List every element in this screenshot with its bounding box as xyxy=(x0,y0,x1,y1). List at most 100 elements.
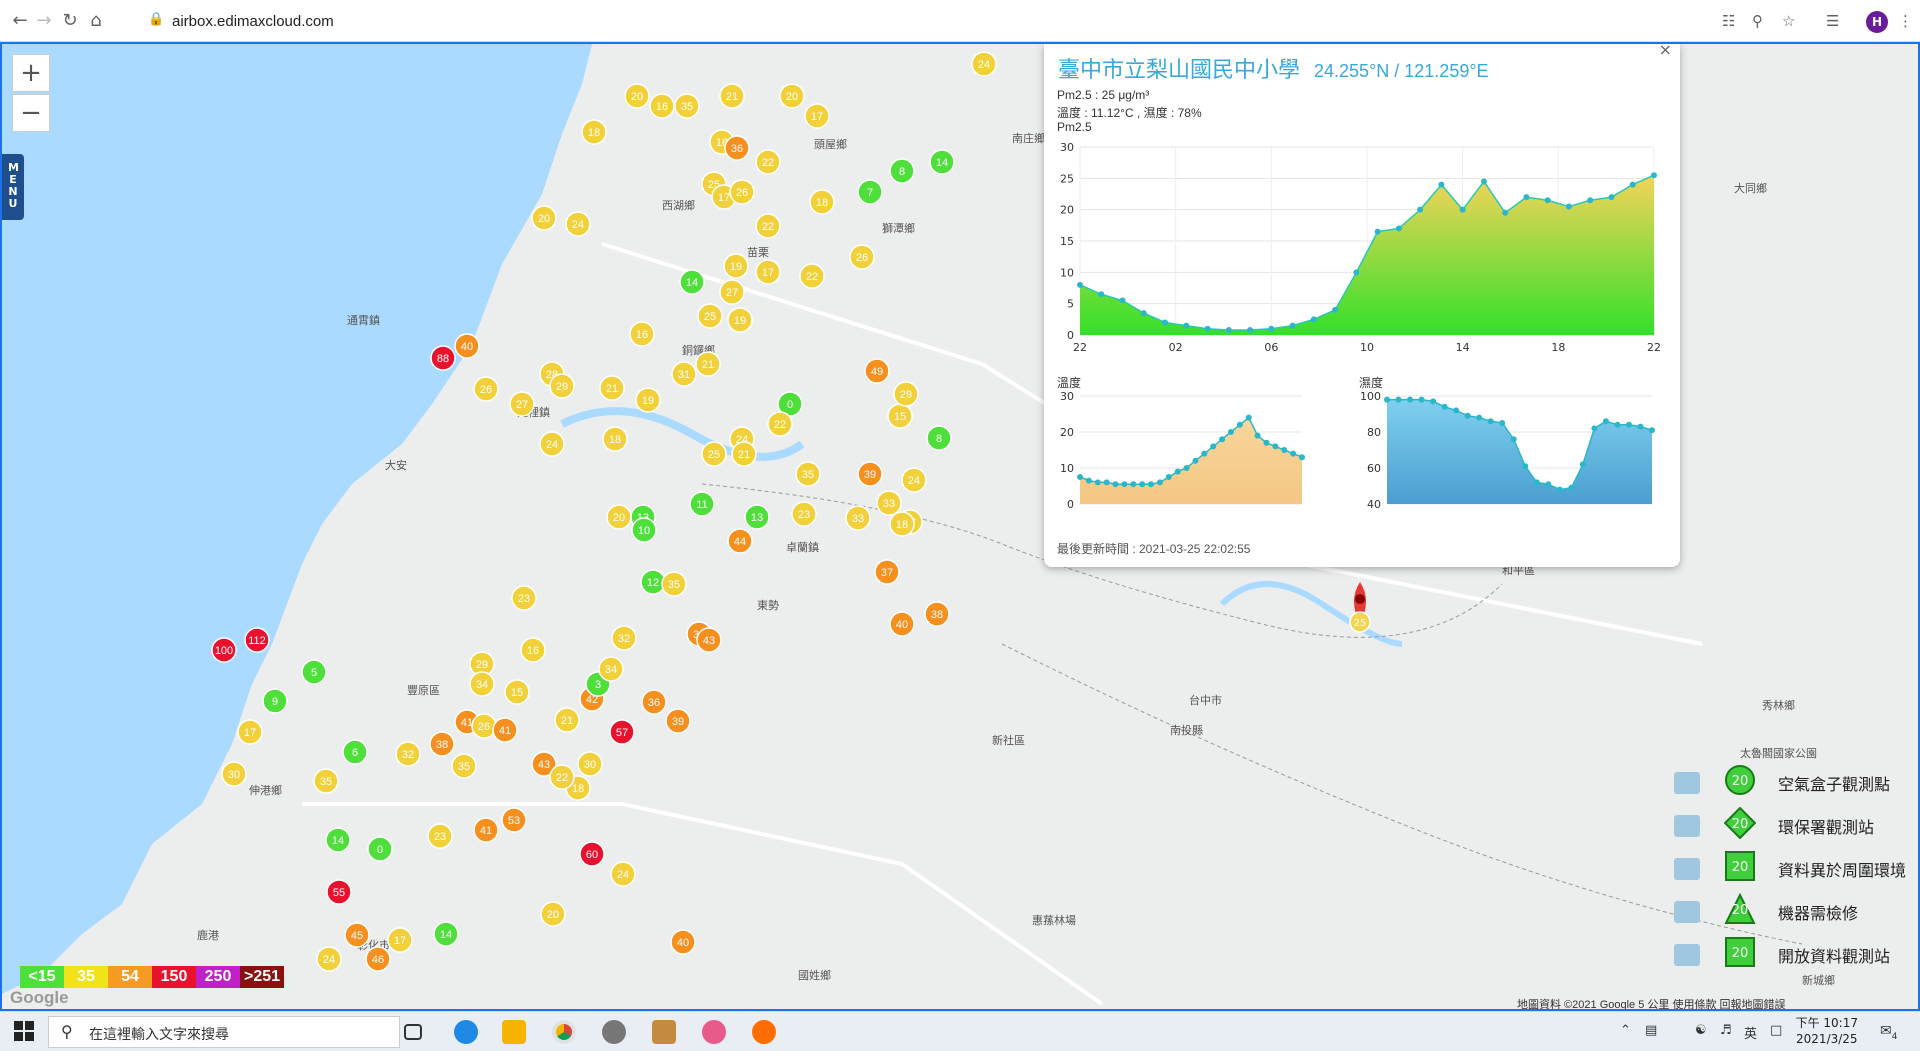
station-marker[interactable]: 0 xyxy=(367,836,393,862)
station-marker[interactable]: 35 xyxy=(661,571,687,597)
station-marker[interactable]: 35 xyxy=(313,768,339,794)
station-marker[interactable]: 55 xyxy=(326,879,352,905)
station-marker[interactable]: 46 xyxy=(365,946,391,972)
station-marker[interactable]: 43 xyxy=(696,627,722,653)
map-attribution[interactable]: 地圖資料 ©2021 Google 5 公里 使用條款 回報地圖錯誤 xyxy=(1517,996,1786,1009)
back-icon[interactable]: ← xyxy=(10,11,30,31)
station-marker[interactable]: 21 xyxy=(731,441,757,467)
station-marker[interactable]: 22 xyxy=(549,764,575,790)
station-marker[interactable]: 39 xyxy=(857,461,883,487)
station-marker[interactable]: 27 xyxy=(719,279,745,305)
station-marker[interactable]: 20 xyxy=(606,504,632,530)
station-marker[interactable]: 40 xyxy=(454,333,480,359)
station-marker[interactable]: 13 xyxy=(744,504,770,530)
station-marker[interactable]: 45 xyxy=(344,922,370,948)
station-marker[interactable]: 44 xyxy=(727,528,753,554)
station-marker[interactable]: 9 xyxy=(262,688,288,714)
station-marker[interactable]: 22 xyxy=(755,149,781,175)
station-marker[interactable]: 16 xyxy=(629,321,655,347)
volume-icon[interactable]: ♬ xyxy=(1720,1023,1732,1038)
network-icon[interactable]: ▤ xyxy=(1645,1023,1657,1038)
app-icon-2[interactable] xyxy=(652,1020,676,1044)
station-marker[interactable]: 88 xyxy=(430,345,456,371)
station-marker[interactable]: 49 xyxy=(864,358,890,384)
task-view-icon[interactable] xyxy=(404,1024,422,1040)
taskbar-search[interactable]: ⚲ 在這裡輸入文字來搜尋 xyxy=(48,1016,400,1048)
station-marker[interactable]: 32 xyxy=(395,741,421,767)
station-marker[interactable]: 24 xyxy=(610,861,636,887)
station-marker[interactable]: 29 xyxy=(893,381,919,407)
station-marker[interactable]: 24 xyxy=(316,946,342,972)
station-marker[interactable]: 14 xyxy=(679,269,705,295)
station-marker[interactable]: 26 xyxy=(473,376,499,402)
url-text[interactable]: airbox.edimaxcloud.com xyxy=(172,13,334,30)
station-marker[interactable]: 30 xyxy=(221,761,247,787)
ime-mode-icon[interactable]: □ xyxy=(1770,1023,1782,1038)
station-marker[interactable]: 53 xyxy=(501,807,527,833)
station-marker[interactable]: 10 xyxy=(631,517,657,543)
edge-icon[interactable] xyxy=(454,1020,478,1044)
station-marker[interactable]: 20 xyxy=(779,83,805,109)
file-explorer-icon[interactable] xyxy=(502,1020,526,1044)
station-marker[interactable]: 20 xyxy=(540,901,566,927)
more-menu-icon[interactable]: ⋮ xyxy=(1898,12,1913,30)
station-marker[interactable]: 23 xyxy=(791,501,817,527)
station-marker[interactable]: 26 xyxy=(849,244,875,270)
station-marker[interactable]: 23 xyxy=(427,823,453,849)
station-marker[interactable]: 37 xyxy=(874,559,900,585)
station-marker[interactable]: 40 xyxy=(889,611,915,637)
reload-icon[interactable]: ↻ xyxy=(60,11,80,31)
station-marker[interactable]: 112 xyxy=(244,627,270,653)
map-canvas[interactable]: 南庄鄉 大同鄉 西湖鄉 頭屋鄉 獅潭鄉 苗栗 銅鑼鄉 苑裡鎮 大安 卓蘭鎮 通霄鎮 豐原區 台中市 新社區… xyxy=(0,42,1920,1011)
station-marker[interactable]: 35 xyxy=(674,93,700,119)
station-marker[interactable]: 24 xyxy=(539,431,565,457)
zoom-in-button[interactable]: + xyxy=(12,54,50,92)
station-marker[interactable]: 15 xyxy=(504,679,530,705)
profile-avatar[interactable]: H xyxy=(1866,11,1888,33)
chrome-icon[interactable] xyxy=(552,1020,576,1044)
station-marker[interactable]: 29 xyxy=(549,373,575,399)
station-marker[interactable]: 21 xyxy=(695,351,721,377)
menu-tab[interactable]: MENU xyxy=(2,154,24,220)
station-marker[interactable]: 35 xyxy=(451,753,477,779)
station-marker[interactable]: 38 xyxy=(429,731,455,757)
tray-chevron-icon[interactable]: ⌃ xyxy=(1620,1023,1631,1038)
address-bar[interactable]: 🔒 airbox.edimaxcloud.com xyxy=(140,8,1740,36)
station-marker[interactable]: 14 xyxy=(325,827,351,853)
station-marker[interactable]: 35 xyxy=(795,461,821,487)
station-marker[interactable]: 24 xyxy=(971,51,997,77)
station-marker[interactable]: 14 xyxy=(433,921,459,947)
station-marker[interactable]: 8 xyxy=(889,158,915,184)
station-marker[interactable]: 34 xyxy=(598,656,624,682)
station-marker[interactable]: 25 xyxy=(697,303,723,329)
wifi-icon[interactable]: ☯ xyxy=(1695,1023,1707,1038)
station-marker[interactable]: 34 xyxy=(469,671,495,697)
station-marker[interactable]: 26 xyxy=(729,179,755,205)
forward-icon[interactable]: → xyxy=(34,11,54,31)
station-marker[interactable]: 17 xyxy=(237,719,263,745)
station-marker[interactable]: 33 xyxy=(876,490,902,516)
station-marker[interactable]: 30 xyxy=(577,751,603,777)
station-marker[interactable]: 8 xyxy=(926,425,952,451)
station-marker[interactable]: 27 xyxy=(509,391,535,417)
station-marker[interactable]: 22 xyxy=(767,411,793,437)
app-icon-1[interactable] xyxy=(602,1020,626,1044)
station-marker[interactable]: 31 xyxy=(671,361,697,387)
station-marker[interactable]: 57 xyxy=(609,719,635,745)
station-marker[interactable]: 38 xyxy=(924,601,950,627)
station-marker[interactable]: 36 xyxy=(641,689,667,715)
station-marker[interactable]: 17 xyxy=(387,927,413,953)
station-marker[interactable]: 19 xyxy=(723,253,749,279)
station-marker[interactable]: 25 xyxy=(701,441,727,467)
station-marker[interactable]: 18 xyxy=(602,426,628,452)
zoom-out-button[interactable]: − xyxy=(12,94,50,132)
station-marker[interactable]: 41 xyxy=(492,717,518,743)
station-marker[interactable]: 24 xyxy=(565,211,591,237)
station-marker[interactable]: 18 xyxy=(889,511,915,537)
station-marker[interactable]: 14 xyxy=(929,149,955,175)
zoom-icon[interactable]: ⚲ xyxy=(1752,12,1763,30)
station-marker[interactable]: 20 xyxy=(531,205,557,231)
station-marker[interactable]: 16 xyxy=(649,93,675,119)
station-marker[interactable]: 40 xyxy=(670,929,696,955)
station-marker[interactable]: 33 xyxy=(845,505,871,531)
